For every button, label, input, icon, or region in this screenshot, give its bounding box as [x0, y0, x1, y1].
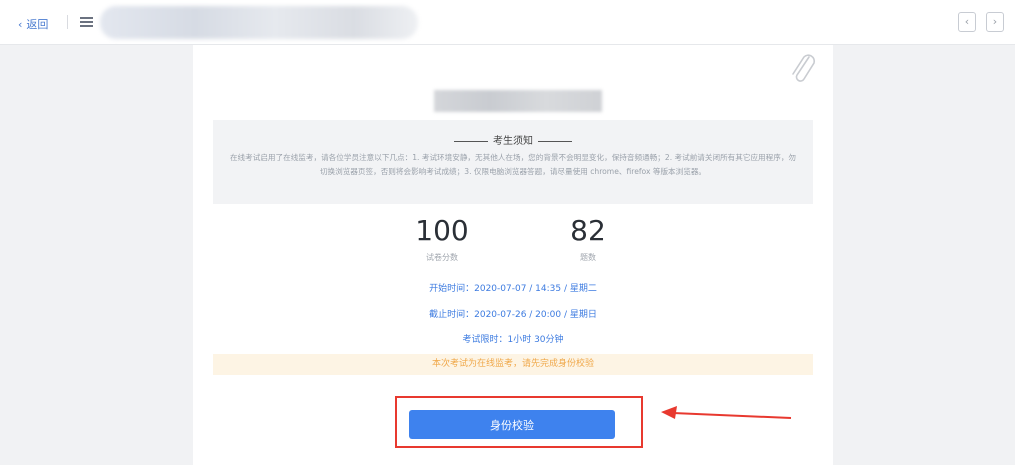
time-limit-value: 1小时 30分钟	[507, 335, 564, 345]
end-time: 截止时间：2020-07-26 / 20:00 / 星期日	[193, 307, 833, 320]
notice-body: 在线考试启用了在线监考，请各位学员注意以下几点：1. 考试环境安静，无其他人在场…	[229, 153, 797, 176]
annotation-highlight-box	[395, 396, 643, 448]
next-page-icon[interactable]: ›	[986, 12, 1004, 32]
score-label: 试卷分数	[426, 253, 458, 262]
top-bar: ‹ 返回 ‹ ›	[0, 0, 1015, 45]
back-label: 返回	[26, 18, 49, 31]
chevron-left-icon: ‹	[18, 18, 23, 31]
score-value: 100	[415, 214, 469, 247]
arrow-annotation-icon	[661, 406, 792, 419]
divider	[67, 15, 68, 29]
questions-value: 82	[570, 214, 606, 247]
questions-stat: 82 题数	[553, 216, 623, 263]
questions-label: 题数	[580, 253, 596, 262]
paperclip-icon	[792, 54, 816, 82]
prev-page-icon[interactable]: ‹	[958, 12, 976, 32]
start-time-value: 2020-07-07 / 14:35 / 星期二	[474, 284, 597, 294]
menu-icon[interactable]	[80, 17, 93, 27]
time-limit-label: 考试限时：	[462, 335, 508, 345]
notice-panel: 考生须知 在线考试启用了在线监考，请各位学员注意以下几点：1. 考试环境安静，无…	[213, 120, 813, 204]
start-time: 开始时间：2020-07-07 / 14:35 / 星期二	[193, 281, 833, 294]
blurred-exam-name	[434, 90, 602, 112]
start-time-label: 开始时间：	[429, 284, 475, 294]
back-button[interactable]: ‹ 返回	[18, 16, 48, 32]
score-stat: 100 试卷分数	[407, 216, 477, 263]
monitor-warning: 本次考试为在线监考，请先完成身份校验	[213, 354, 813, 375]
notice-title-row: 考生须知	[213, 132, 813, 147]
time-limit: 考试限时：1小时 30分钟	[193, 332, 833, 345]
blurred-title	[100, 6, 418, 39]
end-time-value: 2020-07-26 / 20:00 / 星期日	[474, 310, 597, 320]
notice-title: 考生须知	[493, 136, 533, 147]
end-time-label: 截止时间：	[429, 310, 475, 320]
